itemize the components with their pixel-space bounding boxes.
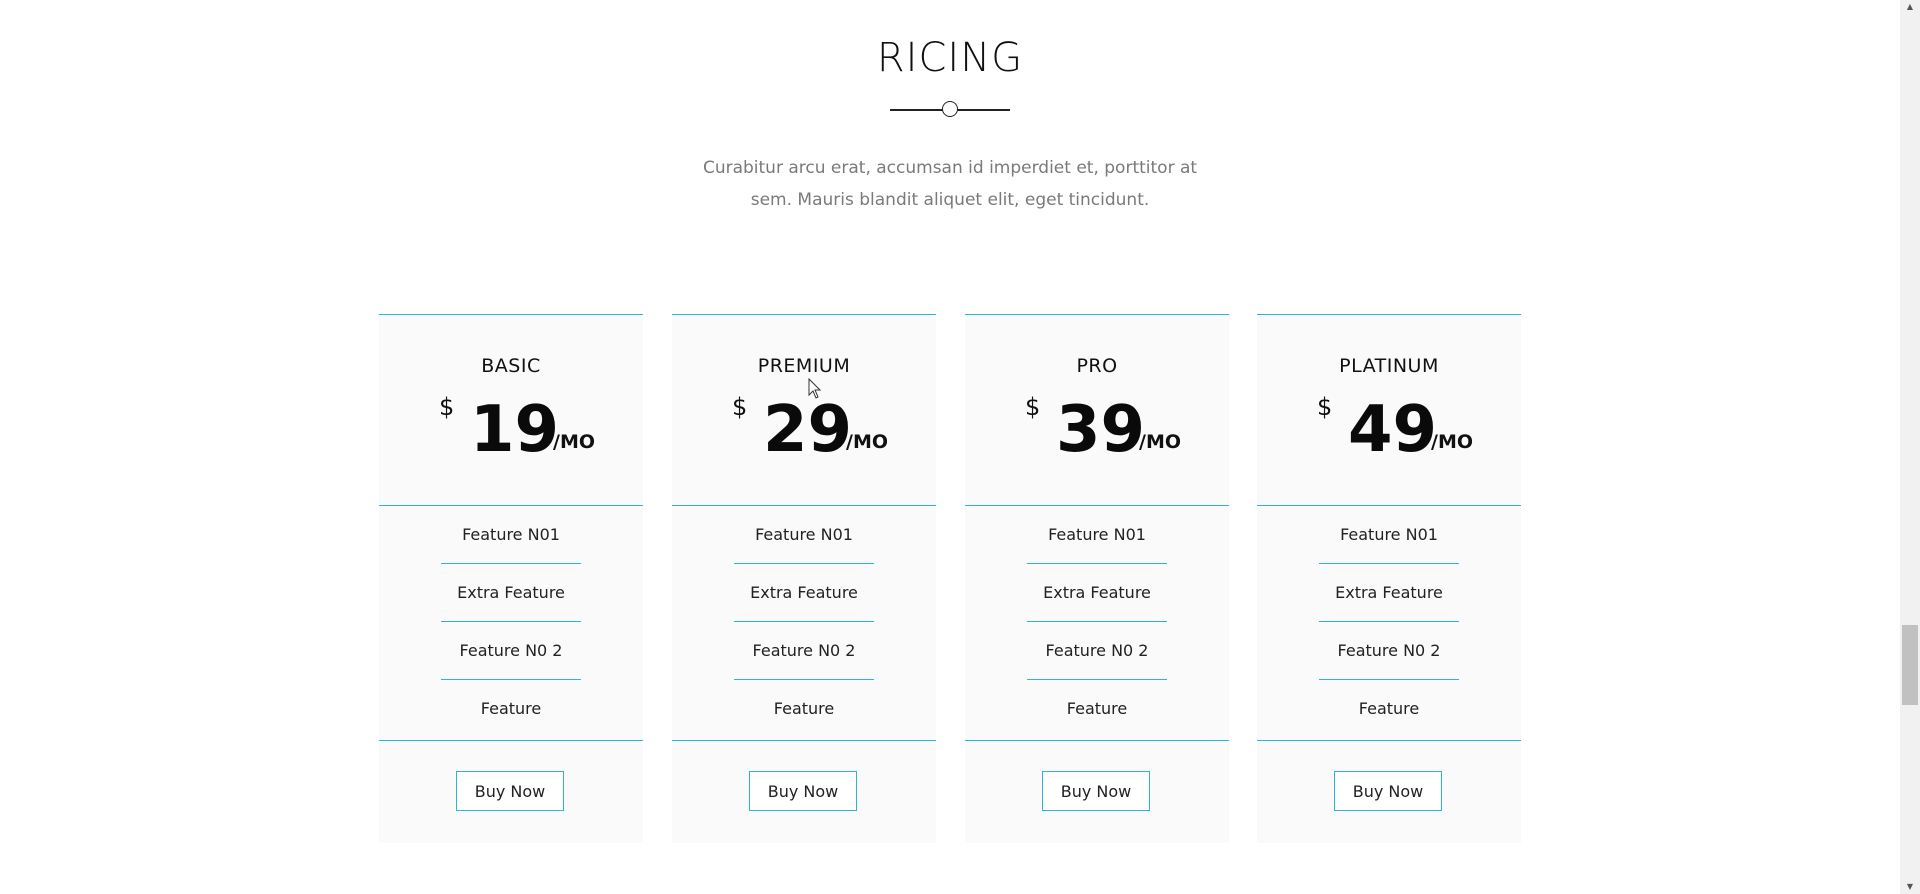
plan-name: PRO bbox=[1076, 355, 1118, 377]
feature-list: Feature N01 Extra Feature Feature N0 2 F… bbox=[1257, 506, 1521, 741]
feature-list: Feature N01 Extra Feature Feature N0 2 F… bbox=[379, 506, 643, 741]
feature-label: Feature bbox=[1066, 699, 1128, 718]
price-amount: 39 bbox=[1056, 393, 1146, 467]
feature-item: Feature bbox=[379, 680, 643, 738]
section-description: Curabitur arcu erat, accumsan id imperdi… bbox=[702, 158, 1198, 210]
plan-price: $ 39 /MO bbox=[965, 393, 1229, 467]
feature-item: Extra Feature bbox=[672, 564, 936, 622]
plan-price: $ 29 /MO bbox=[672, 393, 936, 467]
price-amount: 19 bbox=[470, 393, 560, 467]
plan-header: PLATINUM $ 49 /MO bbox=[1257, 315, 1521, 506]
feature-item: Feature N01 bbox=[379, 506, 643, 564]
price-amount: 29 bbox=[763, 393, 853, 467]
price-currency: $ bbox=[732, 393, 748, 421]
feature-item: Extra Feature bbox=[379, 564, 643, 622]
feature-label: Feature N01 bbox=[755, 525, 853, 544]
feature-item: Extra Feature bbox=[965, 564, 1229, 622]
feature-item: Feature N01 bbox=[672, 506, 936, 564]
section-title: RICING bbox=[876, 35, 1024, 81]
divider-circle bbox=[942, 101, 958, 117]
scroll-up-arrow-icon[interactable]: ▲ bbox=[1900, 0, 1920, 14]
plan-price: $ 49 /MO bbox=[1257, 393, 1521, 467]
price-period: /MO bbox=[1431, 431, 1473, 453]
feature-label: Feature N01 bbox=[1048, 525, 1146, 544]
plan-card-platinum: PLATINUM $ 49 /MO Feature N01 Extra Feat… bbox=[1257, 314, 1521, 843]
feature-label: Extra Feature bbox=[750, 583, 858, 602]
plan-footer: Buy Now bbox=[1257, 741, 1521, 843]
feature-item: Feature N0 2 bbox=[672, 622, 936, 680]
mouse-pointer-icon bbox=[808, 378, 822, 399]
price-amount: 49 bbox=[1348, 393, 1438, 467]
plan-card-premium: PREMIUM $ 29 /MO Feature N01 Extra Featu… bbox=[672, 314, 936, 843]
feature-item: Feature N0 2 bbox=[1257, 622, 1521, 680]
plan-header: BASIC $ 19 /MO bbox=[379, 315, 643, 506]
vertical-scrollbar[interactable]: ▲ ▼ bbox=[1900, 0, 1920, 894]
plan-footer: Buy Now bbox=[379, 741, 643, 843]
plan-header: PREMIUM $ 29 /MO bbox=[672, 315, 936, 506]
plan-card-pro: PRO $ 39 /MO Feature N01 Extra Feature F… bbox=[965, 314, 1229, 843]
divider-line-left bbox=[890, 109, 950, 111]
feature-label: Feature bbox=[480, 699, 542, 718]
price-period: /MO bbox=[553, 431, 595, 453]
plan-price: $ 19 /MO bbox=[379, 393, 643, 467]
plan-footer: Buy Now bbox=[965, 741, 1229, 843]
pricing-section: RICING Curabitur arcu erat, accumsan id … bbox=[0, 0, 1900, 894]
feature-item: Feature bbox=[1257, 680, 1521, 738]
feature-label: Extra Feature bbox=[1043, 583, 1151, 602]
feature-item: Feature N01 bbox=[1257, 506, 1521, 564]
feature-label: Feature N01 bbox=[462, 525, 560, 544]
plan-name: BASIC bbox=[481, 355, 541, 377]
feature-list: Feature N01 Extra Feature Feature N0 2 F… bbox=[672, 506, 936, 741]
feature-label: Feature bbox=[1358, 699, 1420, 718]
plan-footer: Buy Now bbox=[672, 741, 936, 843]
feature-item: Feature N0 2 bbox=[379, 622, 643, 680]
scroll-down-arrow-icon[interactable]: ▼ bbox=[1900, 880, 1920, 894]
feature-label: Feature N0 2 bbox=[1337, 641, 1441, 660]
plan-name: PLATINUM bbox=[1339, 355, 1439, 377]
buy-now-button-pro[interactable]: Buy Now bbox=[1042, 771, 1150, 811]
feature-label: Extra Feature bbox=[457, 583, 565, 602]
feature-label: Feature N0 2 bbox=[752, 641, 856, 660]
pricing-plans: BASIC $ 19 /MO Feature N01 Extra Feature… bbox=[379, 314, 1521, 844]
price-currency: $ bbox=[1317, 393, 1333, 421]
price-period: /MO bbox=[846, 431, 888, 453]
plan-header: PRO $ 39 /MO bbox=[965, 315, 1229, 506]
buy-now-button-platinum[interactable]: Buy Now bbox=[1334, 771, 1442, 811]
feature-label: Feature N0 2 bbox=[459, 641, 563, 660]
buy-now-button-basic[interactable]: Buy Now bbox=[456, 771, 564, 811]
price-period: /MO bbox=[1139, 431, 1181, 453]
plan-name: PREMIUM bbox=[757, 355, 851, 377]
page: RICING Curabitur arcu erat, accumsan id … bbox=[0, 0, 1920, 894]
feature-label: Feature N0 2 bbox=[1045, 641, 1149, 660]
feature-label: Feature N01 bbox=[1340, 525, 1438, 544]
feature-item: Feature N0 2 bbox=[965, 622, 1229, 680]
price-currency: $ bbox=[439, 393, 455, 421]
plan-card-basic: BASIC $ 19 /MO Feature N01 Extra Feature… bbox=[379, 314, 643, 843]
feature-label: Extra Feature bbox=[1335, 583, 1443, 602]
divider-line-right bbox=[950, 109, 1010, 111]
feature-list: Feature N01 Extra Feature Feature N0 2 F… bbox=[965, 506, 1229, 741]
buy-now-button-premium[interactable]: Buy Now bbox=[749, 771, 857, 811]
feature-item: Feature bbox=[672, 680, 936, 738]
scrollbar-thumb[interactable] bbox=[1902, 625, 1918, 705]
feature-item: Feature N01 bbox=[965, 506, 1229, 564]
feature-item: Feature bbox=[965, 680, 1229, 738]
feature-item: Extra Feature bbox=[1257, 564, 1521, 622]
feature-label: Feature bbox=[773, 699, 835, 718]
price-currency: $ bbox=[1025, 393, 1041, 421]
